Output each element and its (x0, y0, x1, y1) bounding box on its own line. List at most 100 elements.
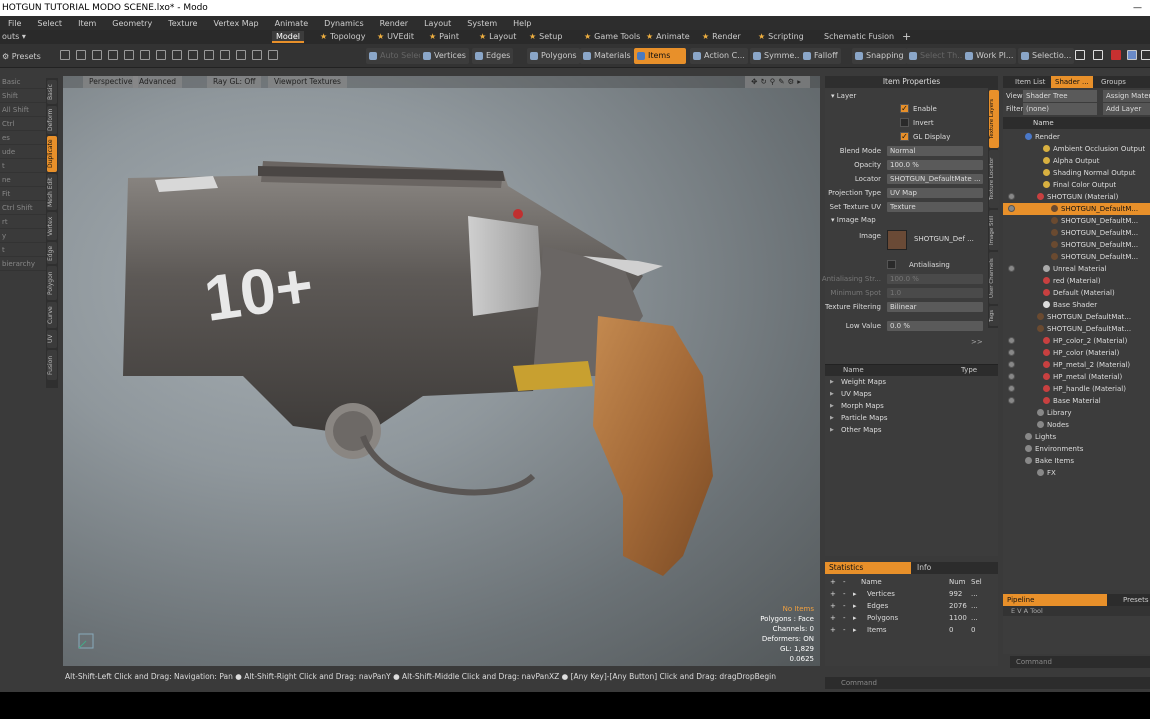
tab-presets[interactable]: Presets (1119, 594, 1148, 606)
settings-icon[interactable] (1141, 50, 1150, 60)
tab-game-tools[interactable]: ★ Game Tools (580, 31, 644, 43)
opacity-field[interactable]: 100.0 % (887, 160, 983, 170)
visibility-eye-icon[interactable] (1008, 397, 1015, 404)
side-tab-user-channels[interactable]: User Channels (989, 252, 999, 304)
texture-uv-select[interactable]: Texture (887, 202, 983, 212)
tab-animate[interactable]: ★ Animate (642, 31, 694, 43)
side-tab-image-still[interactable]: Image Still (989, 210, 999, 250)
move-icon[interactable] (124, 50, 134, 60)
shader-tree-row[interactable]: Alpha Output (1003, 155, 1150, 167)
tab-topology[interactable]: ★ Topology (316, 31, 370, 43)
vtab-mesh-edit[interactable]: Mesh Edit (47, 174, 57, 210)
command-input[interactable]: Command (825, 677, 1150, 689)
table-row[interactable]: + - ▸ Vertices 992... (825, 588, 998, 600)
presets-button[interactable]: ⚙ Presets (2, 52, 41, 61)
blend-mode-select[interactable]: Normal (887, 146, 983, 156)
visibility-eye-icon[interactable] (1008, 385, 1015, 392)
red-cross-icon[interactable] (1111, 50, 1121, 60)
shader-tree-row[interactable]: red (Material) (1003, 275, 1150, 287)
tool-item[interactable]: ne (0, 173, 46, 187)
tab-shader-tree[interactable]: Shader ... (1051, 76, 1093, 88)
table-row[interactable]: + - ▸ Items 0 0 (825, 624, 998, 636)
tool-item[interactable]: Basic (0, 75, 46, 89)
filter-select[interactable]: (none) (1023, 103, 1097, 115)
bevel-icon[interactable] (188, 50, 198, 60)
shader-tree-row[interactable]: SHOTGUN_DefaultM... (1003, 203, 1150, 215)
shader-tree-row[interactable]: HP_metal (Material) (1003, 371, 1150, 383)
shader-tree-row[interactable]: SHOTGUN_DefaultM... (1003, 251, 1150, 263)
menu-select[interactable]: Select (29, 19, 70, 28)
tab-paint[interactable]: ★ Paint (425, 31, 463, 43)
vtab-curve[interactable]: Curve (47, 302, 57, 328)
image-map-section[interactable]: ▾ Image Map (831, 216, 876, 224)
invert-checkbox[interactable] (900, 118, 909, 127)
shader-tree-row[interactable]: Nodes (1003, 419, 1150, 431)
view-select[interactable]: Shader Tree (1023, 90, 1097, 102)
select-through-button[interactable]: Select Th... (906, 48, 968, 64)
menu-layout[interactable]: Layout (416, 19, 459, 28)
transform-icon[interactable] (108, 50, 118, 60)
shader-tree-row[interactable]: Unreal Material (1003, 263, 1150, 275)
tool-item[interactable]: Ctrl (0, 117, 46, 131)
visibility-eye-icon[interactable] (1008, 361, 1015, 368)
tool-item[interactable]: es (0, 131, 46, 145)
tool-item[interactable]: All Shift (0, 103, 46, 117)
tab-pipeline[interactable]: Pipeline (1003, 594, 1107, 606)
menu-system[interactable]: System (459, 19, 505, 28)
tab-scripting[interactable]: ★ Scripting (754, 31, 808, 43)
falloff-button[interactable]: Falloff (800, 48, 841, 64)
image-select[interactable]: SHOTGUN_Def ... (911, 234, 983, 244)
wrench-icon[interactable] (1093, 50, 1103, 60)
shader-tree-row[interactable]: Shading Normal Output (1003, 167, 1150, 179)
knife-icon[interactable] (268, 50, 278, 60)
shader-tree-row[interactable]: SHOTGUN_DefaultM... (1003, 227, 1150, 239)
aa-strength-field[interactable]: 100.0 % (887, 274, 983, 284)
materials-button[interactable]: Materials (580, 48, 634, 64)
shader-tree-row[interactable]: Lights (1003, 431, 1150, 443)
list-item[interactable]: Morph Maps (825, 400, 998, 412)
list-item[interactable]: Weight Maps (825, 376, 998, 388)
pipeline-command-input[interactable]: Command (1010, 656, 1150, 668)
shader-tree-row[interactable]: Default (Material) (1003, 287, 1150, 299)
visibility-eye-icon[interactable] (1008, 337, 1015, 344)
shader-tree-row[interactable]: HP_metal_2 (Material) (1003, 359, 1150, 371)
shader-tree-row[interactable]: SHOTGUN_DefaultM... (1003, 215, 1150, 227)
shader-tree-row[interactable]: Final Color Output (1003, 179, 1150, 191)
menu-item[interactable]: Item (70, 19, 104, 28)
shader-tree-row[interactable]: HP_color (Material) (1003, 347, 1150, 359)
element-icon[interactable] (172, 50, 182, 60)
shader-tree-row[interactable]: Ambient Occlusion Output (1003, 143, 1150, 155)
open-icon[interactable] (76, 50, 86, 60)
vertices-button[interactable]: Vertices (420, 48, 469, 64)
side-tab-tags[interactable]: Tags (989, 306, 999, 326)
antialiasing-checkbox[interactable] (887, 260, 896, 269)
3d-viewport[interactable]: Perspective Advanced Ray GL: Off Viewpor… (63, 76, 820, 666)
polygons-button[interactable]: Polygons (527, 48, 580, 64)
side-tab-texture-layers[interactable]: Texture Layers (989, 90, 999, 148)
minimize-icon[interactable]: — (1133, 0, 1142, 16)
tab-model[interactable]: Model (272, 31, 305, 43)
vtab-deform[interactable]: Deform (47, 106, 57, 134)
rotate-icon[interactable] (140, 50, 150, 60)
shader-tree-row[interactable]: SHOTGUN (Material) (1003, 191, 1150, 203)
visibility-eye-icon[interactable] (1008, 349, 1015, 356)
list-item[interactable]: Particle Maps (825, 412, 998, 424)
shader-tree-row[interactable]: Render (1003, 131, 1150, 143)
tool-item[interactable]: Fit (0, 187, 46, 201)
table-row[interactable]: + - ▸ Edges 2076... (825, 600, 998, 612)
work-plane-button[interactable]: Work Pl... (962, 48, 1017, 64)
tab-info[interactable]: Info (913, 562, 931, 574)
tool-item[interactable]: t (0, 159, 46, 173)
visibility-eye-icon[interactable] (1008, 193, 1015, 200)
menu-file[interactable]: File (0, 19, 29, 28)
items-button[interactable]: Items (634, 48, 686, 64)
color-wheel-icon[interactable] (1127, 50, 1137, 60)
layer-section[interactable]: ▾ Layer (831, 92, 856, 100)
tool-item[interactable]: rt (0, 215, 46, 229)
tab-render[interactable]: ★ Render (698, 31, 745, 43)
menu-render[interactable]: Render (372, 19, 416, 28)
tab-schematic-fusion[interactable]: Schematic Fusion (820, 31, 898, 43)
locator-select[interactable]: SHOTGUN_DefaultMate ... (887, 174, 983, 184)
vtab-polygon[interactable]: Polygon (47, 266, 57, 300)
symmetry-button[interactable]: Symme... (750, 48, 805, 64)
